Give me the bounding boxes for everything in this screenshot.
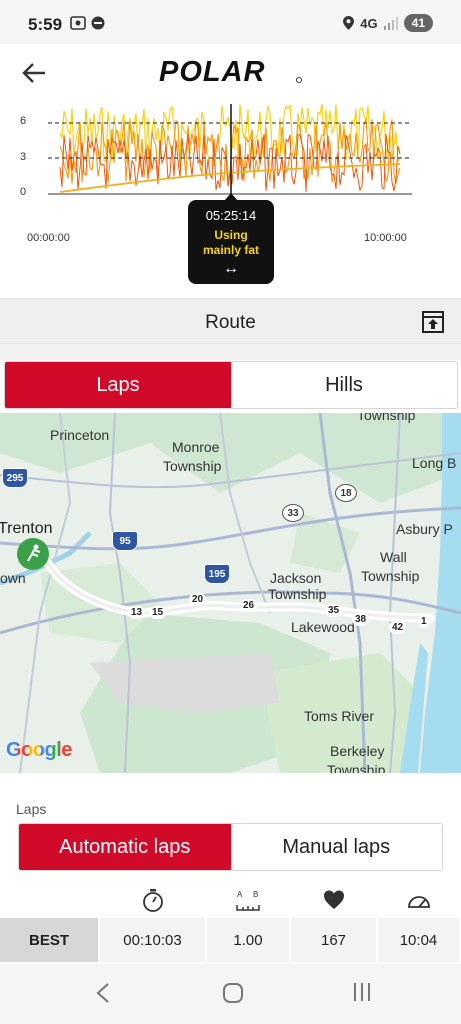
brand-wordmark: POLAR [159,56,266,86]
status-bar: 5:59 4G 41 [0,0,461,44]
lap-marker[interactable]: 1 [418,615,430,628]
section-spacer [0,344,461,360]
route-title: Route [205,312,256,333]
tab-automatic-laps[interactable]: Automatic laps [19,824,231,870]
nav-home-button[interactable] [222,982,244,1004]
network-indicator: 4G [360,15,378,31]
map-place-label: Long B [412,455,457,471]
map-place-label: own [0,570,26,586]
interstate-shield: 195 [204,564,230,584]
hr-trace [59,104,401,164]
lap-marker[interactable]: 35 [325,604,343,617]
best-duration: 00:10:03 [100,918,207,962]
export-button[interactable] [422,311,444,333]
popover-status-line: Using [214,228,248,242]
drag-arrows-icon[interactable]: ↔ [188,260,274,278]
map-place-label: Princeton [50,427,110,443]
home-icon [223,983,243,1003]
tab-manual-laps[interactable]: Manual laps [230,824,442,870]
speedometer-icon [408,896,430,908]
map-place-label: Wall [380,549,407,565]
popover-status-line: mainly fat [202,243,259,257]
x-tick-start: 00:00:00 [27,232,70,244]
map-mode-toggle: Laps Hills [4,361,458,409]
recents-icon [354,983,370,1001]
back-button[interactable] [20,58,50,88]
chart-plot [48,104,412,204]
lap-marker[interactable]: 20 [189,593,207,606]
export-icon [422,311,444,333]
start-marker[interactable] [16,537,50,571]
distance-icon: AB [236,890,260,911]
route-shield: 18 [335,484,357,502]
laps-heading: Laps [16,801,47,817]
time-cursor-popover[interactable]: 05:25:14 Using mainly fat ↔ [188,193,274,284]
route-section-header: Route [0,298,461,344]
lap-marker[interactable]: 13 [128,606,146,619]
lap-marker[interactable]: 15 [149,606,167,619]
best-distance: 1.00 [207,918,291,962]
nav-back-button[interactable] [95,982,111,1004]
popover-status: Using mainly fat [188,228,274,258]
map-place-label: Toms River [304,708,375,724]
chevron-left-icon [96,983,109,1003]
map-place-label: Jackson [270,570,322,586]
map-place-label: Township [163,458,222,474]
system-navigation-bar [0,964,461,1024]
google-logo-text: Google [6,739,72,761]
polar-logo: POLAR [159,56,302,86]
best-label: BEST [0,918,100,962]
map-place-label: Township [327,762,386,773]
map-place-label: Township [357,413,416,423]
status-time: 5:59 [28,15,63,34]
svg-text:B: B [253,890,258,899]
signal-icon [383,16,398,30]
map-place-label: Berkeley [330,743,385,759]
route-map[interactable]: Princeton Monroe Township Trenton own To… [0,413,461,773]
svg-text:A: A [237,890,243,899]
map-place-label: Asbury P [396,521,453,537]
app-icon [91,16,105,30]
best-lap-row: BEST 00:10:03 1.00 167 10:04 [0,918,461,962]
battery-indicator: 41 [403,14,433,32]
lap-marker[interactable]: 26 [240,599,258,612]
lap-marker[interactable]: 38 [352,613,370,626]
tab-hills[interactable]: Hills [231,362,457,408]
popover-time: 05:25:14 [205,208,257,223]
interstate-shield: 295 [2,468,28,488]
map-background [0,413,461,773]
google-attribution: Google [6,739,72,762]
arrow-left-icon [22,63,45,83]
map-place-label: Monroe [172,439,220,455]
best-heart-rate: 167 [291,918,378,962]
tab-laps[interactable]: Laps [5,362,231,408]
lap-type-toggle: Automatic laps Manual laps [18,823,443,871]
system-icons: 4G 41 [343,14,433,32]
best-pace: 10:04 [378,918,461,962]
x-tick-end: 10:00:00 [364,232,407,244]
lap-column-headers: AB [0,882,461,918]
map-place-label: Township [268,586,327,602]
notification-icons [70,16,105,30]
map-place-label: Lakewood [291,619,355,635]
location-icon [343,16,355,30]
heart-icon [324,890,344,909]
route-shield: 33 [282,504,304,522]
nav-recents-button[interactable] [352,982,372,1002]
map-place-label: Trenton [0,520,53,537]
stopwatch-icon [143,889,163,912]
interstate-shield: 95 [112,531,138,551]
app-header: POLAR [0,44,461,104]
lap-marker[interactable]: 42 [389,621,407,634]
hr-trace [59,133,401,192]
screenshot-icon [70,16,86,30]
popover-pointer [224,193,238,201]
map-place-label: Township [361,568,420,584]
